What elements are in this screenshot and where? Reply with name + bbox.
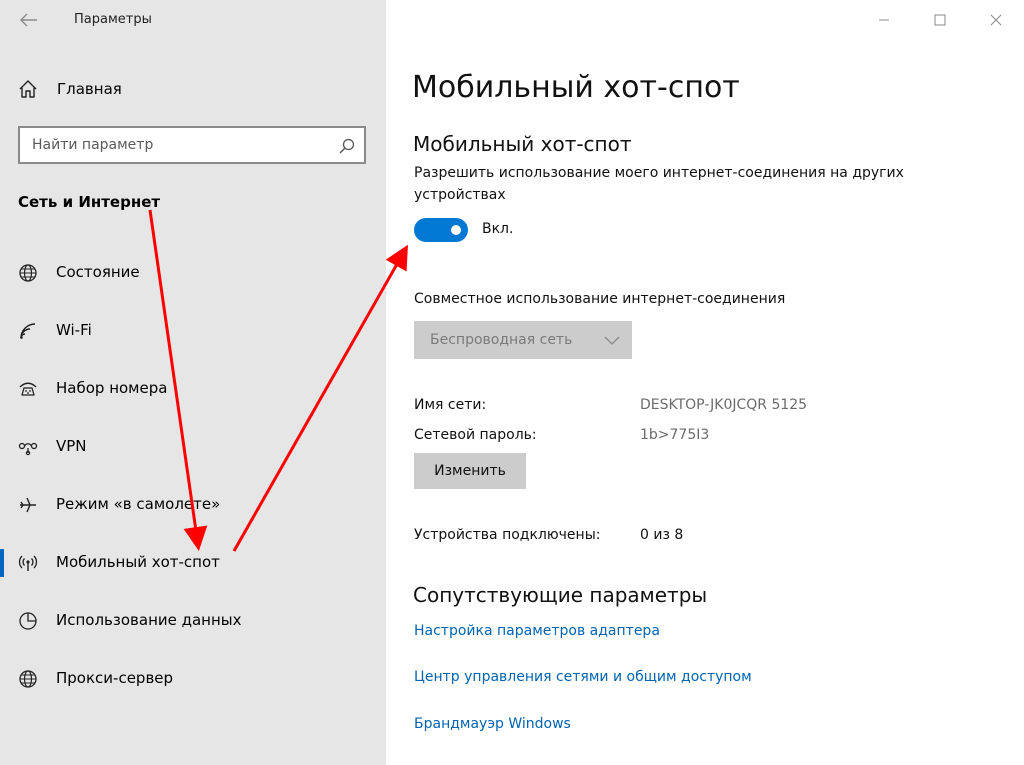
sidebar-item-dialup[interactable]: Набор номера	[0, 371, 386, 407]
hotspot-icon	[16, 551, 40, 575]
vpn-icon	[16, 435, 40, 459]
hotspot-description: Разрешить использование моего интернет-с…	[414, 165, 904, 203]
back-arrow-icon	[20, 13, 37, 27]
maximize-button[interactable]	[926, 8, 954, 32]
minimize-icon	[879, 19, 889, 21]
network-name-label: Имя сети:	[414, 397, 487, 413]
window-title: Параметры	[74, 12, 152, 27]
home-icon	[16, 77, 40, 101]
sidebar-item-label: Состояние	[56, 263, 140, 281]
share-connection-dropdown[interactable]: Беспроводная сеть	[414, 321, 632, 359]
search-input[interactable]	[32, 137, 332, 153]
connected-devices-label: Устройства подключены:	[414, 527, 601, 543]
globe-icon	[16, 667, 40, 691]
maximize-icon	[934, 14, 946, 26]
toggle-state-label: Вкл.	[482, 221, 514, 237]
toggle-knob	[451, 225, 461, 235]
main-content: Мобильный хот-спот Мобильный хот-спот Ра…	[386, 0, 1024, 765]
windows-firewall-link[interactable]: Брандмауэр Windows	[414, 716, 571, 732]
search-icon[interactable]	[338, 137, 356, 155]
sidebar-item-label: VPN	[56, 437, 87, 455]
close-button[interactable]	[982, 8, 1010, 32]
hotspot-toggle[interactable]	[414, 218, 468, 242]
dropdown-value: Беспроводная сеть	[430, 332, 573, 348]
data-usage-icon	[16, 609, 40, 633]
adapter-settings-link[interactable]: Настройка параметров адаптера	[414, 623, 660, 639]
sidebar-item-airplane-mode[interactable]: Режим «в самолете»	[0, 487, 386, 523]
password-label: Сетевой пароль:	[414, 427, 537, 443]
connected-devices-value: 0 из 8	[640, 527, 684, 543]
minimize-button[interactable]	[870, 8, 898, 32]
share-connection-label: Совместное использование интернет-соедин…	[414, 291, 786, 307]
sidebar-item-wifi[interactable]: Wi-Fi	[0, 313, 386, 349]
sidebar-item-mobile-hotspot[interactable]: Мобильный хот-спот	[0, 545, 386, 581]
sidebar-item-home-label: Главная	[57, 80, 122, 98]
sidebar-item-home[interactable]: Главная	[16, 74, 122, 104]
sidebar-item-label: Wi-Fi	[56, 321, 92, 339]
chevron-down-icon	[604, 336, 620, 345]
sidebar-item-proxy[interactable]: Прокси-сервер	[0, 661, 386, 697]
close-icon	[990, 14, 1002, 26]
password-value: 1b>775I3	[640, 427, 710, 443]
dialup-icon	[16, 377, 40, 401]
sidebar-item-label: Набор номера	[56, 379, 168, 397]
globe-icon	[16, 261, 40, 285]
page-title: Мобильный хот-спот	[412, 70, 740, 105]
sidebar: Параметры Главная Сеть и Интернет Состоя…	[0, 0, 386, 765]
related-settings-title: Сопутствующие параметры	[413, 583, 708, 607]
back-button[interactable]	[14, 6, 44, 34]
sidebar-item-vpn[interactable]: VPN	[0, 429, 386, 465]
sidebar-item-label: Мобильный хот-спот	[56, 553, 220, 571]
sidebar-item-label: Прокси-сервер	[56, 669, 174, 687]
wifi-icon	[16, 319, 40, 343]
section-title-hotspot: Мобильный хот-спот	[413, 132, 632, 156]
edit-button[interactable]: Изменить	[414, 453, 526, 489]
sidebar-item-label: Использование данных	[56, 611, 242, 629]
sidebar-item-data-usage[interactable]: Использование данных	[0, 603, 386, 639]
airplane-icon	[16, 493, 40, 517]
selected-indicator	[0, 549, 4, 577]
search-box[interactable]	[18, 126, 366, 164]
network-name-value: DESKTOP-JK0JCQR 5125	[640, 397, 808, 413]
sidebar-section-title: Сеть и Интернет	[18, 193, 161, 211]
network-sharing-center-link[interactable]: Центр управления сетями и общим доступом	[414, 669, 752, 685]
sidebar-item-status[interactable]: Состояние	[0, 255, 386, 291]
sidebar-item-label: Режим «в самолете»	[56, 495, 221, 513]
